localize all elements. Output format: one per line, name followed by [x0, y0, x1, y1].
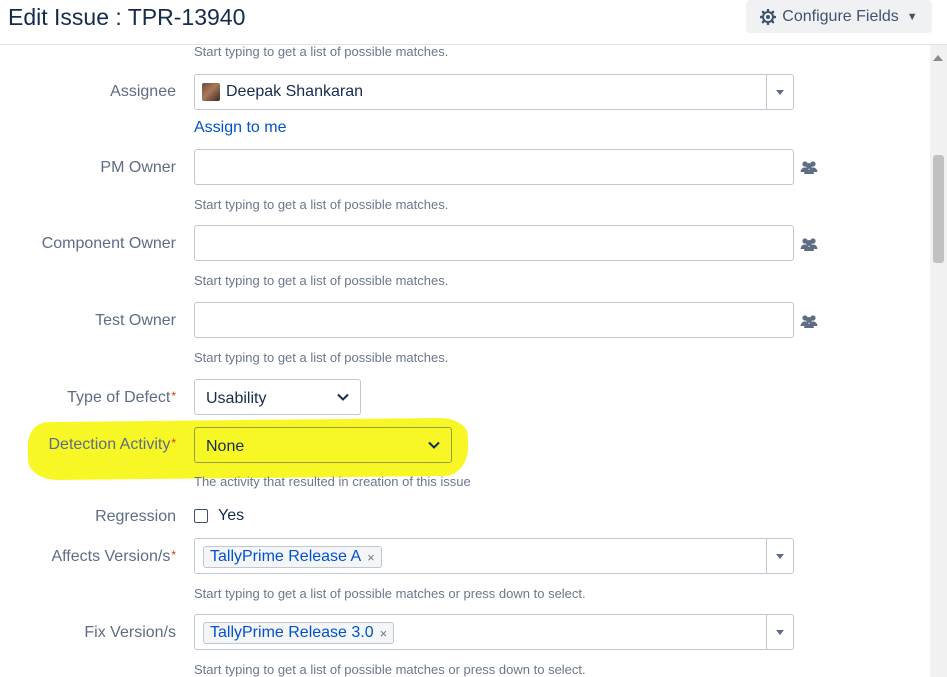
caret-down-icon: [776, 89, 784, 95]
component-owner-label: Component Owner: [41, 235, 176, 252]
required-marker: *: [171, 548, 176, 562]
assignee-dropdown-button[interactable]: [766, 75, 793, 109]
assignee-picker[interactable]: Deepak Shankaran: [194, 74, 794, 110]
caret-down-icon: [776, 553, 784, 559]
regression-yes-checkbox[interactable]: [194, 509, 208, 523]
affects-versions-picker[interactable]: TallyPrime Release A ×: [194, 538, 794, 574]
detection-activity-value: None: [206, 438, 245, 455]
users-group-icon[interactable]: [800, 160, 818, 174]
chevron-down-icon: [428, 441, 440, 449]
users-group-icon[interactable]: [800, 314, 818, 328]
version-tag-label: TallyPrime Release 3.0: [210, 624, 374, 641]
detection-activity-hint: The activity that resulted in creation o…: [194, 474, 471, 489]
dialog-header: Edit Issue : TPR-13940 Configure Fields …: [0, 0, 947, 45]
component-owner-hint: Start typing to get a list of possible m…: [194, 273, 449, 288]
component-owner-input[interactable]: [194, 225, 794, 261]
configure-fields-button[interactable]: Configure Fields ▼: [746, 0, 932, 33]
fix-versions-dropdown-button[interactable]: [766, 615, 793, 649]
page-title: Edit Issue : TPR-13940: [8, 4, 246, 30]
pm-owner-label: PM Owner: [100, 159, 176, 176]
type-of-defect-label: Type of Defect*: [0, 389, 176, 407]
test-owner-hint: Start typing to get a list of possible m…: [194, 350, 449, 365]
scroll-up-icon[interactable]: [933, 55, 943, 61]
field-hint: Start typing to get a list of possible m…: [194, 44, 449, 59]
type-of-defect-value: Usability: [206, 390, 267, 407]
required-marker: *: [171, 389, 176, 403]
caret-down-icon: ▼: [906, 10, 918, 23]
type-of-defect-select[interactable]: Usability: [194, 379, 361, 415]
affects-versions-hint: Start typing to get a list of possible m…: [194, 586, 586, 601]
detection-activity-select[interactable]: None: [194, 427, 452, 463]
caret-down-icon: [776, 629, 784, 635]
fix-versions-hint: Start typing to get a list of possible m…: [194, 662, 586, 677]
assignee-value: Deepak Shankaran: [226, 83, 363, 100]
test-owner-input[interactable]: [194, 302, 794, 338]
type-of-defect-label-text: Type of Defect: [67, 389, 171, 406]
version-tag: TallyPrime Release A ×: [203, 546, 382, 568]
affects-versions-label: Affects Version/s*: [0, 548, 176, 566]
scrollbar[interactable]: [930, 45, 947, 677]
remove-icon[interactable]: ×: [367, 550, 375, 565]
configure-fields-label: Configure Fields: [782, 7, 899, 25]
fix-versions-label: Fix Version/s: [84, 624, 176, 641]
detection-activity-label-text: Detection Activity: [48, 436, 171, 453]
scrollbar-thumb[interactable]: [933, 155, 944, 263]
chevron-down-icon: [337, 393, 349, 401]
regression-yes-label[interactable]: Yes: [218, 507, 244, 525]
version-tag: TallyPrime Release 3.0 ×: [203, 622, 395, 644]
detection-activity-label: Detection Activity*: [0, 436, 177, 454]
gear-icon: [760, 8, 777, 25]
affects-versions-label-text: Affects Version/s: [51, 548, 171, 565]
assign-to-me-link[interactable]: Assign to me: [194, 119, 286, 137]
affects-versions-dropdown-button[interactable]: [766, 539, 793, 573]
assignee-label: Assignee: [110, 83, 176, 100]
pm-owner-input[interactable]: [194, 149, 794, 185]
required-marker: *: [171, 436, 176, 450]
version-tag-label: TallyPrime Release A: [210, 548, 362, 565]
users-group-icon[interactable]: [800, 237, 818, 251]
pm-owner-hint: Start typing to get a list of possible m…: [194, 197, 449, 212]
regression-label: Regression: [95, 508, 176, 525]
test-owner-label: Test Owner: [95, 312, 176, 329]
fix-versions-picker[interactable]: TallyPrime Release 3.0 ×: [194, 614, 794, 650]
remove-icon[interactable]: ×: [380, 626, 388, 641]
avatar: [202, 83, 220, 101]
